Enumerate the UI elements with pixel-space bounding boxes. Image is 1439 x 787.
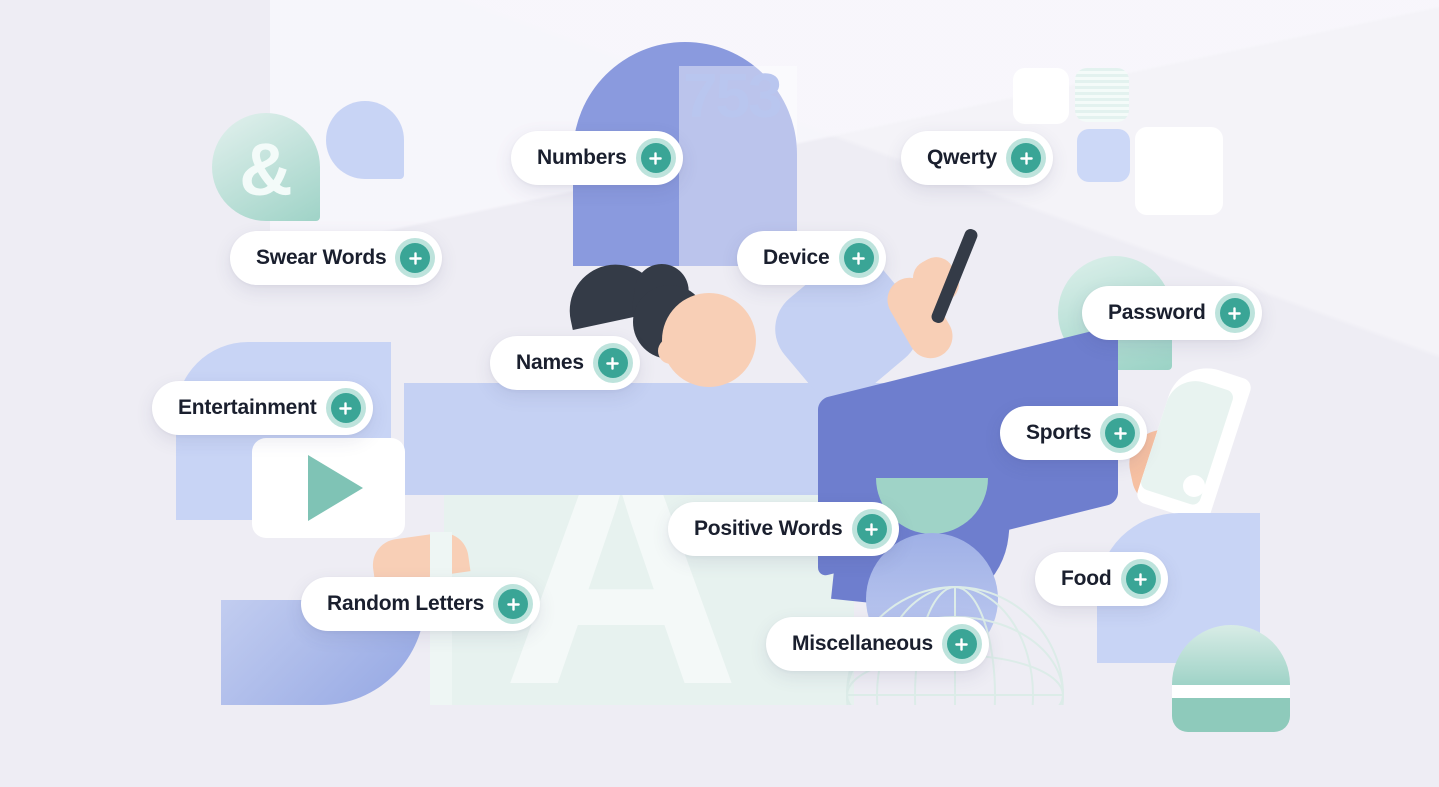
figure-forearm [879, 269, 961, 367]
periwinkle-teardrop-shape [326, 101, 404, 179]
add-category-button[interactable] [941, 624, 982, 664]
category-pill-swear-words[interactable]: Swear Words [230, 231, 443, 285]
add-category-button[interactable] [635, 138, 676, 178]
play-icon [308, 455, 363, 521]
figure-head [662, 293, 756, 387]
category-label: Device [763, 246, 830, 269]
category-pill-names[interactable]: Names [490, 336, 640, 390]
white-square-b [1135, 127, 1223, 215]
category-pill-device[interactable]: Device [737, 231, 886, 285]
figure-hair-back [633, 285, 707, 359]
category-pill-food[interactable]: Food [1035, 552, 1168, 606]
numbers-texture-text: 753 554 6615 25 [683, 66, 797, 131]
add-category-button[interactable] [851, 509, 892, 549]
plus-icon [330, 393, 361, 423]
plus-icon [1011, 143, 1041, 173]
figure-shirt [404, 383, 944, 495]
illustration-canvas: & 753 554 6615 25 A [0, 0, 1439, 787]
plus-icon [946, 629, 977, 659]
add-category-button[interactable] [1100, 413, 1141, 453]
figure-ear [658, 338, 684, 364]
category-label: Qwerty [927, 146, 997, 169]
add-category-button[interactable] [1006, 138, 1046, 178]
add-category-button[interactable] [325, 388, 366, 428]
burger-bun-top [1172, 625, 1290, 732]
add-category-button[interactable] [1214, 293, 1255, 333]
plus-icon [856, 514, 887, 544]
ampersand-glyph: & [239, 128, 293, 211]
plus-icon [597, 348, 628, 378]
tablet-home-button [1183, 475, 1205, 497]
stylus-pen [929, 227, 980, 325]
add-category-button[interactable] [592, 343, 633, 383]
periwinkle-square [1077, 129, 1130, 182]
category-label: Sports [1026, 421, 1092, 444]
plus-icon [843, 243, 874, 273]
category-label: Random Letters [327, 592, 485, 615]
category-label: Food [1061, 567, 1112, 590]
category-label: Positive Words [694, 517, 843, 540]
category-pill-random-letters[interactable]: Random Letters [301, 577, 541, 631]
category-pill-numbers[interactable]: Numbers [511, 131, 683, 185]
white-square-a [1013, 68, 1069, 124]
tablet-device [1134, 357, 1254, 525]
category-label: Numbers [537, 146, 627, 169]
category-pill-sports[interactable]: Sports [1000, 406, 1148, 460]
video-play-card [252, 438, 405, 538]
category-pill-miscellaneous[interactable]: Miscellaneous [766, 617, 989, 671]
category-label: Entertainment [178, 396, 317, 419]
plus-icon [1105, 418, 1136, 448]
big-letter-a: A [502, 437, 741, 705]
background-diagonal-band-secondary [270, 0, 1439, 420]
figure-hair-left [561, 256, 663, 330]
ampersand-teardrop-shape: & [212, 113, 320, 221]
category-pill-entertainment[interactable]: Entertainment [152, 381, 373, 435]
plus-icon [400, 243, 431, 273]
teal-striped-square [1075, 68, 1129, 122]
figure-hand-upper [906, 250, 966, 312]
plus-icon [498, 589, 529, 619]
tablet-screen-tint [1138, 373, 1236, 507]
category-pill-qwerty[interactable]: Qwerty [901, 131, 1053, 185]
category-pill-positive-words[interactable]: Positive Words [668, 502, 899, 556]
category-label: Swear Words [256, 246, 387, 269]
category-label: Names [516, 351, 584, 374]
category-label: Password [1108, 301, 1206, 324]
plus-icon [640, 143, 671, 173]
category-label: Miscellaneous [792, 632, 933, 655]
add-category-button[interactable] [838, 238, 879, 278]
plus-icon [1125, 564, 1156, 594]
figure-hair-mid [629, 260, 693, 332]
add-category-button[interactable] [493, 584, 534, 624]
category-pill-password[interactable]: Password [1082, 286, 1262, 340]
plus-icon [1219, 298, 1250, 328]
add-category-button[interactable] [1120, 559, 1161, 599]
add-category-button[interactable] [395, 238, 436, 278]
